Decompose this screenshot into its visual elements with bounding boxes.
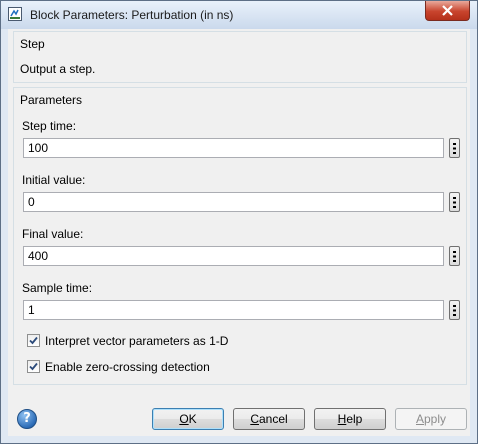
apply-button[interactable]: Apply — [395, 408, 467, 430]
step-time-input[interactable] — [23, 138, 444, 158]
more-options-icon — [453, 251, 456, 262]
initial-value-options-button[interactable] — [449, 192, 460, 212]
final-value-options-button[interactable] — [449, 246, 460, 266]
help-button[interactable]: Help — [314, 408, 386, 430]
interpret-vector-checkbox[interactable] — [27, 334, 40, 347]
sample-time-options-button[interactable] — [449, 300, 460, 320]
close-icon — [442, 5, 453, 16]
initial-value-input[interactable] — [23, 192, 444, 212]
close-button[interactable] — [425, 1, 470, 21]
more-options-icon — [453, 305, 456, 316]
initial-value-label: Initial value: — [22, 173, 86, 187]
more-options-icon — [453, 143, 456, 154]
step-section-title: Step — [20, 37, 45, 51]
parameters-section-title: Parameters — [20, 93, 83, 107]
more-options-icon — [453, 197, 456, 208]
step-time-label: Step time: — [22, 119, 77, 133]
cancel-button[interactable]: Cancel — [233, 408, 305, 430]
checkmark-icon — [29, 336, 38, 345]
window-title: Block Parameters: Perturbation (in ns) — [30, 8, 234, 22]
block-description: Output a step. — [20, 62, 96, 76]
ok-button[interactable]: OK — [152, 408, 224, 430]
title-bar[interactable]: Block Parameters: Perturbation (in ns) — [1, 1, 477, 29]
step-section: Step Output a step. — [13, 31, 467, 83]
sample-time-input[interactable] — [23, 300, 444, 320]
app-icon — [8, 7, 22, 21]
step-time-options-button[interactable] — [449, 138, 460, 158]
help-icon[interactable]: ? — [17, 409, 37, 429]
dialog-body: Step Output a step. Parameters Step time… — [8, 29, 470, 436]
final-value-label: Final value: — [22, 227, 84, 241]
checkmark-icon — [29, 362, 38, 371]
interpret-vector-label[interactable]: Interpret vector parameters as 1-D — [45, 334, 228, 348]
dialog-window: Block Parameters: Perturbation (in ns) S… — [0, 0, 478, 444]
final-value-input[interactable] — [23, 246, 444, 266]
sample-time-label: Sample time: — [22, 281, 93, 295]
zero-crossing-checkbox[interactable] — [27, 360, 40, 373]
zero-crossing-label[interactable]: Enable zero-crossing detection — [45, 360, 210, 374]
parameters-section: Parameters Step time: Initial value: Fin… — [13, 87, 467, 385]
